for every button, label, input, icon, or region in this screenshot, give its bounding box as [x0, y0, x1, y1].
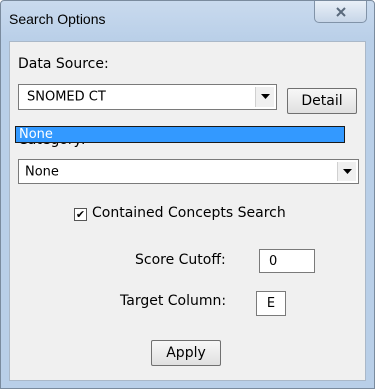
apply-button[interactable]: Apply — [151, 340, 221, 366]
data-source-label: Data Source: — [18, 56, 109, 72]
detail-button[interactable]: Detail — [287, 88, 357, 114]
chevron-down-icon — [342, 168, 352, 174]
category-dropdown-arrow[interactable] — [337, 162, 356, 181]
chevron-down-icon — [260, 94, 270, 99]
data-source-select[interactable]: SNOMED CT — [18, 84, 277, 110]
contained-search-label: Contained Concepts Search — [92, 205, 286, 221]
category-select[interactable]: None — [18, 159, 359, 184]
close-icon — [335, 6, 346, 17]
target-column-input[interactable]: E — [256, 291, 286, 316]
category-dropdown-list[interactable]: None — [15, 126, 345, 143]
dialog-content: Data Source: SNOMED CT Detail Category: … — [9, 41, 366, 381]
contained-search-checkbox[interactable]: ✔ — [74, 208, 87, 221]
score-cutoff-label: Score Cutoff: — [135, 252, 226, 268]
close-button[interactable] — [314, 1, 367, 23]
score-cutoff-input[interactable]: 0 — [259, 249, 315, 273]
window-title: Search Options — [9, 11, 106, 27]
data-source-value: SNOMED CT — [27, 89, 106, 105]
category-option-none[interactable]: None — [19, 127, 344, 142]
target-column-label: Target Column: — [120, 293, 227, 309]
search-options-window: Search Options Data Source: SNOMED CT De… — [0, 0, 375, 389]
data-source-dropdown-arrow[interactable] — [255, 87, 274, 107]
category-value: None — [25, 164, 59, 179]
title-bar[interactable]: Search Options — [1, 1, 374, 37]
